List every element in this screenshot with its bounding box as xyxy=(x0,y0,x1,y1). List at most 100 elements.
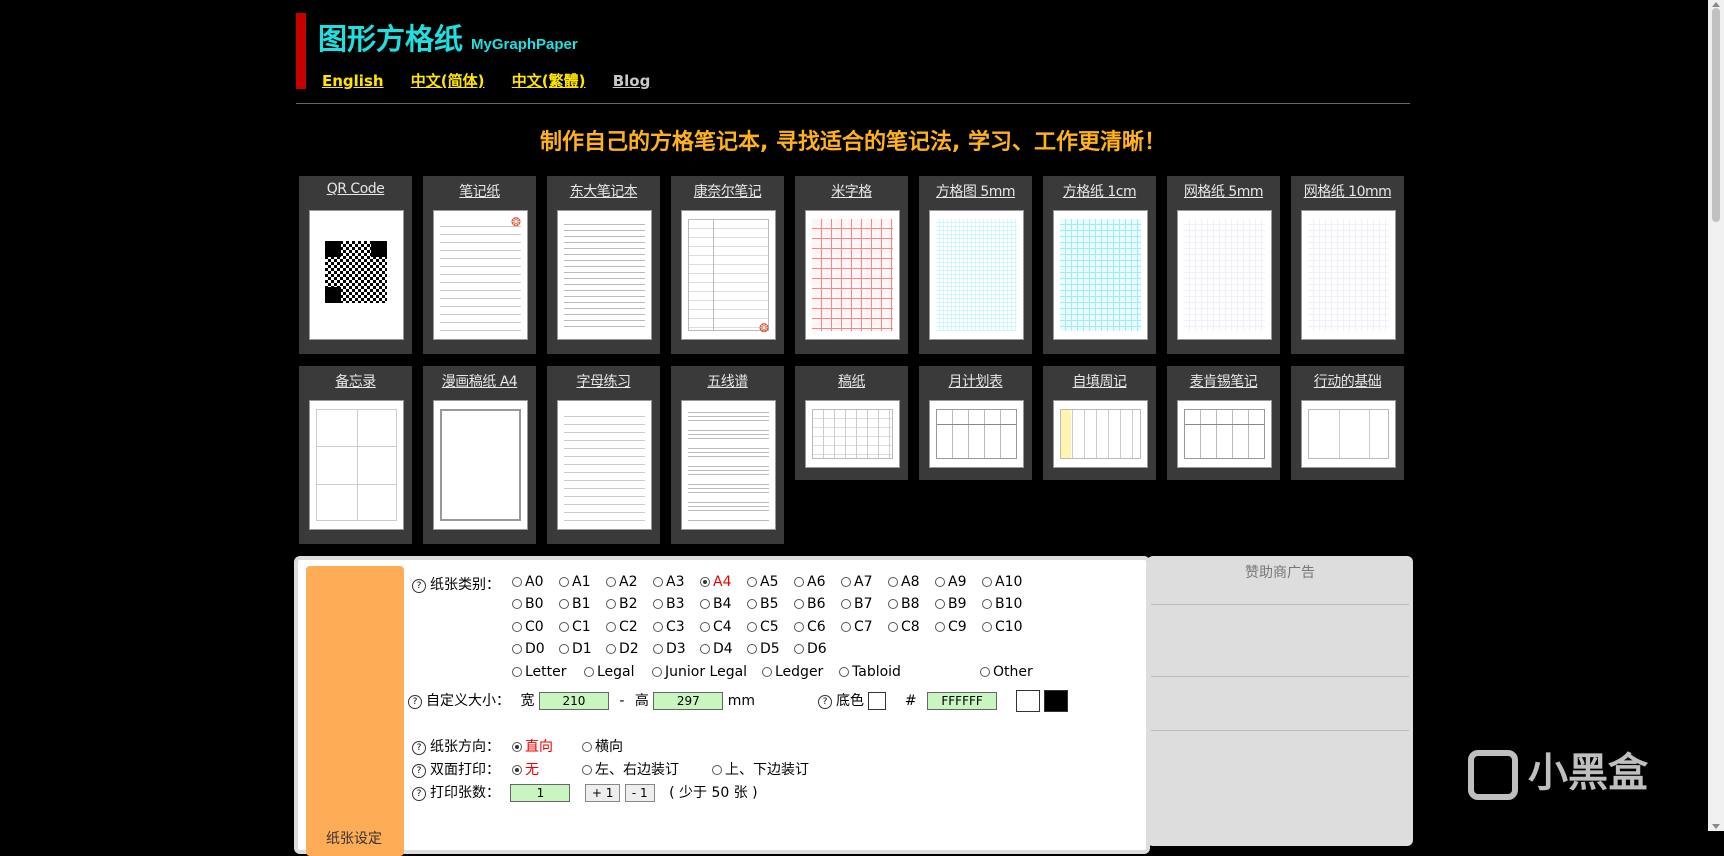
template-card-label[interactable]: 五线谱 xyxy=(671,371,784,391)
template-card[interactable]: 漫画稿纸 A4 xyxy=(423,366,536,544)
template-card-label[interactable]: 月计划表 xyxy=(919,371,1032,391)
template-card[interactable]: 网格纸 5mm xyxy=(1167,176,1280,354)
template-card-label[interactable]: 米字格 xyxy=(795,181,908,201)
template-card[interactable]: 自填周记 xyxy=(1043,366,1156,480)
paper-size-radio[interactable]: D5 xyxy=(747,641,780,657)
height-input[interactable]: 297 xyxy=(653,692,724,710)
template-card[interactable]: 米字格 xyxy=(795,176,908,354)
template-card[interactable]: 笔记纸 ❂ xyxy=(423,176,536,354)
template-card[interactable]: 稿纸 xyxy=(795,366,908,480)
paper-size-radio[interactable]: B9 xyxy=(935,596,967,612)
template-card-label[interactable]: 网格纸 5mm xyxy=(1167,181,1280,201)
paper-size-radio[interactable]: A0 xyxy=(512,574,543,590)
template-card-label[interactable]: 字母练习 xyxy=(547,371,660,391)
plus-one-button[interactable]: + 1 xyxy=(584,784,621,802)
blog-link[interactable]: Blog xyxy=(613,72,651,90)
paper-size-radio[interactable]: B0 xyxy=(512,596,544,612)
scrollbar-thumb[interactable] xyxy=(1712,8,1720,222)
template-card[interactable]: 月计划表 xyxy=(919,366,1032,480)
paper-size-radio[interactable]: C2 xyxy=(606,619,638,635)
template-card-label[interactable]: 康奈尔笔记 xyxy=(671,181,784,201)
paper-size-other-radio[interactable]: Other xyxy=(980,664,1033,680)
paper-size-radio[interactable]: A6 xyxy=(794,574,825,590)
paper-size-radio[interactable]: D0 xyxy=(512,641,545,657)
lang-zh-hans-link[interactable]: 中文(简体) xyxy=(411,72,485,90)
template-card-label[interactable]: 备忘录 xyxy=(299,371,412,391)
duplex-tb-radio[interactable]: 上、下边装订 xyxy=(712,759,809,779)
paper-size-radio[interactable]: Legal xyxy=(584,664,635,680)
template-card[interactable]: 康奈尔笔记 ❂ xyxy=(671,176,784,354)
template-card-label[interactable]: 漫画稿纸 A4 xyxy=(423,371,536,391)
black-swatch[interactable] xyxy=(1044,690,1068,712)
paper-size-radio[interactable]: B10 xyxy=(982,596,1022,612)
paper-size-radio[interactable]: A2 xyxy=(606,574,637,590)
help-icon[interactable]: ? xyxy=(412,741,426,755)
width-input[interactable]: 210 xyxy=(538,692,609,710)
paper-size-radio[interactable]: B7 xyxy=(841,596,873,612)
paper-size-radio[interactable]: D4 xyxy=(700,641,733,657)
paper-size-radio[interactable]: C0 xyxy=(512,619,544,635)
template-card-label[interactable]: 稿纸 xyxy=(795,371,908,391)
paper-size-radio[interactable]: B2 xyxy=(606,596,638,612)
paper-size-radio[interactable]: A3 xyxy=(653,574,684,590)
paper-size-radio[interactable]: A1 xyxy=(559,574,590,590)
paper-size-radio[interactable]: D6 xyxy=(794,641,827,657)
template-card[interactable]: 备忘录 xyxy=(299,366,412,544)
paper-size-radio[interactable]: Tabloid xyxy=(839,664,901,680)
template-card-label[interactable]: 麦肯锡笔记 xyxy=(1167,371,1280,391)
bgcolor-preview[interactable] xyxy=(868,692,887,710)
paper-size-radio[interactable]: Junior Legal xyxy=(652,664,747,680)
paper-size-radio[interactable]: B1 xyxy=(559,596,591,612)
site-title[interactable]: 图形方格纸 MyGraphPaper xyxy=(318,16,578,58)
template-card[interactable]: 麦肯锡笔记 xyxy=(1167,366,1280,480)
paper-size-radio[interactable]: D3 xyxy=(653,641,686,657)
template-card-label[interactable]: QR Code xyxy=(299,181,412,197)
template-card-label[interactable]: 东大笔记本 xyxy=(547,181,660,201)
orientation-landscape-radio[interactable]: 横向 xyxy=(582,736,623,756)
help-icon[interactable]: ? xyxy=(408,695,422,709)
white-swatch[interactable] xyxy=(1015,690,1040,712)
paper-size-radio[interactable]: C1 xyxy=(559,619,591,635)
paper-size-radio[interactable]: C8 xyxy=(888,619,920,635)
vertical-scrollbar[interactable] xyxy=(1708,0,1724,831)
template-card[interactable]: 五线谱 xyxy=(671,366,784,544)
paper-size-radio[interactable]: C7 xyxy=(841,619,873,635)
scroll-down-icon[interactable] xyxy=(1712,824,1720,829)
help-icon[interactable]: ? xyxy=(412,787,426,801)
help-icon[interactable]: ? xyxy=(412,764,426,778)
template-card-label[interactable]: 方格纸 1cm xyxy=(1043,181,1156,201)
scroll-up-icon[interactable] xyxy=(1712,2,1720,7)
template-card[interactable]: QR Code xyxy=(299,176,412,354)
template-card[interactable]: 东大笔记本 xyxy=(547,176,660,354)
paper-size-radio[interactable]: A7 xyxy=(841,574,872,590)
template-card[interactable]: 方格纸 1cm xyxy=(1043,176,1156,354)
template-card-label[interactable]: 网格纸 10mm xyxy=(1291,181,1404,201)
template-card-label[interactable]: 笔记纸 xyxy=(423,181,536,201)
template-card-label[interactable]: 方格图 5mm xyxy=(919,181,1032,201)
paper-size-radio[interactable]: B3 xyxy=(653,596,685,612)
paper-size-radio[interactable]: D2 xyxy=(606,641,639,657)
paper-size-radio[interactable]: C5 xyxy=(747,619,779,635)
help-icon[interactable]: ? xyxy=(818,695,832,709)
paper-size-radio[interactable]: C9 xyxy=(935,619,967,635)
paper-size-radio[interactable]: A10 xyxy=(982,574,1022,590)
copies-input[interactable]: 1 xyxy=(510,784,571,802)
paper-size-radio[interactable]: Letter xyxy=(512,664,567,680)
paper-size-radio[interactable]: B4 xyxy=(700,596,732,612)
lang-zh-hant-link[interactable]: 中文(繁體) xyxy=(512,72,586,90)
minus-one-button[interactable]: - 1 xyxy=(624,784,655,802)
paper-size-radio[interactable]: C4 xyxy=(700,619,732,635)
template-card[interactable]: 方格图 5mm xyxy=(919,176,1032,354)
paper-size-radio[interactable]: B8 xyxy=(888,596,920,612)
paper-size-radio[interactable]: A4 xyxy=(700,574,731,590)
paper-size-radio[interactable]: A9 xyxy=(935,574,966,590)
orientation-portrait-radio[interactable]: 直向 xyxy=(512,736,553,756)
template-card-label[interactable]: 行动的基础 xyxy=(1291,371,1404,391)
paper-size-radio[interactable]: D1 xyxy=(559,641,592,657)
paper-size-radio[interactable]: B5 xyxy=(747,596,779,612)
paper-size-radio[interactable]: A8 xyxy=(888,574,919,590)
paper-size-radio[interactable]: C6 xyxy=(794,619,826,635)
help-icon[interactable]: ? xyxy=(412,579,426,593)
template-card[interactable]: 字母练习 xyxy=(547,366,660,544)
paper-size-radio[interactable]: Ledger xyxy=(762,664,823,680)
